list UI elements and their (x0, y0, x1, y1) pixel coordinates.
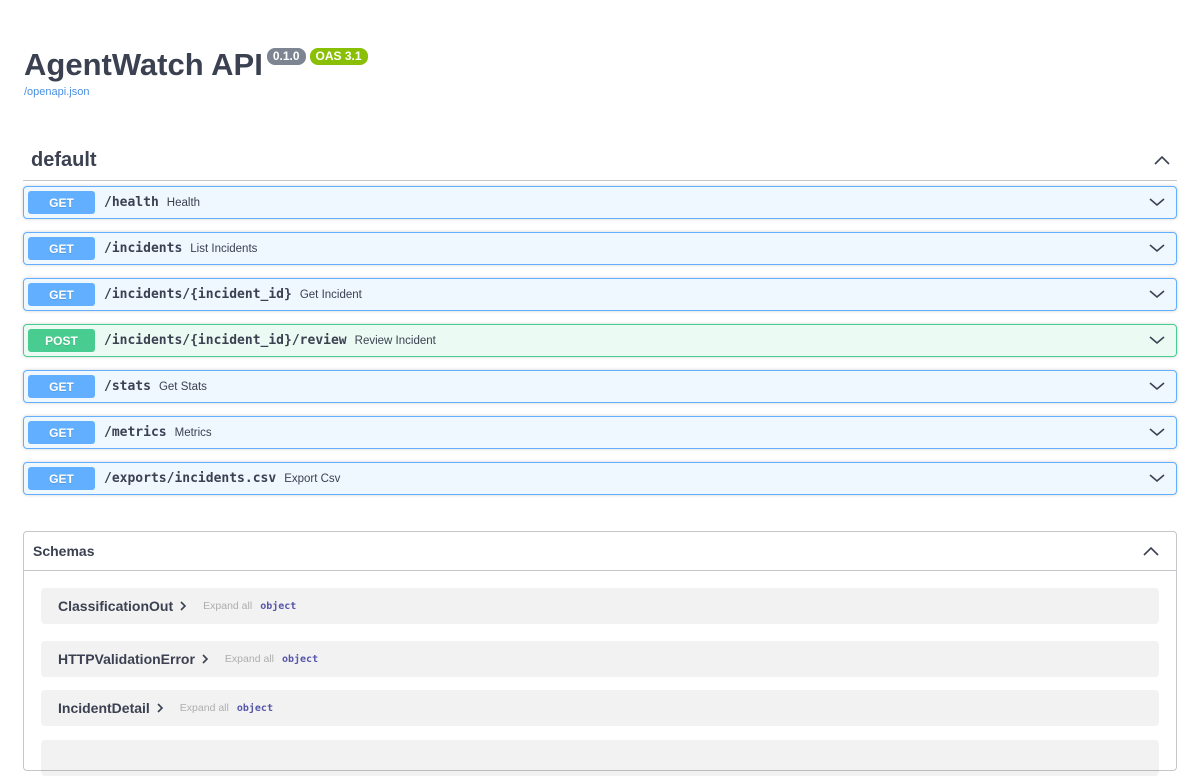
chevron-down-icon[interactable] (1148, 193, 1166, 211)
chevron-down-icon[interactable] (1148, 331, 1166, 349)
oas-badge: OAS 3.1 (309, 48, 368, 65)
operation-summary: List Incidents (190, 242, 258, 255)
operation-summary: Get Incident (299, 288, 362, 301)
operation-get-stats[interactable]: GET /stats Get Stats (23, 370, 1177, 403)
operation-path: /metrics (104, 425, 167, 440)
model-name: ClassificationOut (58, 598, 174, 614)
operation-summary: Review Incident (354, 334, 436, 347)
operation-path: /exports/incidents.csv (104, 471, 277, 486)
chevron-up-icon[interactable] (1136, 536, 1166, 566)
tag-title: default (31, 148, 97, 171)
api-info: AgentWatch API 0.1.0 OAS 3.1 /openapi.js… (24, 44, 368, 98)
schema-model-classificationout[interactable]: ClassificationOut Expand all object (41, 588, 1159, 624)
operation-get-health[interactable]: GET /health Health (23, 186, 1177, 219)
chevron-down-icon[interactable] (1148, 285, 1166, 303)
tag-section-default: default GET /health Health GET /incident… (23, 140, 1177, 508)
version-badge: 0.1.0 (266, 48, 306, 65)
operation-path: /incidents/{incident_id}/review (104, 333, 347, 348)
schemas-section: Schemas ClassificationOut Expand all obj… (23, 531, 1177, 776)
operation-get-export-csv[interactable]: GET /exports/incidents.csv Export Csv (23, 462, 1177, 495)
schemas-title: Schemas (33, 543, 95, 559)
chevron-right-icon[interactable] (201, 653, 211, 665)
operation-summary: Health (166, 196, 201, 209)
operation-get-incidents[interactable]: GET /incidents List Incidents (23, 232, 1177, 265)
method-badge: GET (28, 237, 95, 260)
method-badge: GET (28, 467, 95, 490)
operation-post-review-incident[interactable]: POST /incidents/{incident_id}/review Rev… (23, 324, 1177, 357)
operation-path: /incidents/{incident_id} (104, 287, 292, 302)
chevron-right-icon[interactable] (156, 702, 166, 714)
operation-summary: Export Csv (284, 472, 341, 485)
tag-header[interactable]: default (23, 140, 1177, 181)
api-title: AgentWatch API (24, 47, 263, 82)
schemas-header[interactable]: Schemas (24, 532, 1176, 571)
chevron-down-icon[interactable] (1148, 469, 1166, 487)
chevron-right-icon[interactable] (179, 600, 189, 612)
model-type: object (260, 600, 297, 612)
operation-path: /incidents (104, 241, 183, 256)
model-type: object (236, 702, 273, 714)
schema-model-incidentdetail[interactable]: IncidentDetail Expand all object (41, 690, 1159, 726)
method-badge: GET (28, 191, 95, 214)
operation-summary: Metrics (174, 426, 212, 439)
model-name: IncidentDetail (58, 700, 150, 716)
chevron-down-icon[interactable] (1148, 377, 1166, 395)
operations-list: GET /health Health GET /incidents List I… (23, 186, 1177, 495)
method-badge: GET (28, 283, 95, 306)
model-type: object (281, 653, 319, 665)
method-badge: GET (28, 421, 95, 444)
operation-get-incident[interactable]: GET /incidents/{incident_id} Get Inciden… (23, 278, 1177, 311)
openapi-json-link[interactable]: /openapi.json (24, 86, 368, 98)
model-name: HTTPValidationError (58, 651, 195, 667)
chevron-down-icon[interactable] (1148, 423, 1166, 441)
expand-all-button[interactable]: Expand all (225, 653, 274, 665)
operation-path: /stats (104, 379, 151, 394)
method-badge: GET (28, 375, 95, 398)
chevron-down-icon[interactable] (1148, 239, 1166, 257)
method-badge: POST (28, 329, 95, 352)
expand-all-button[interactable]: Expand all (203, 600, 252, 612)
chevron-up-icon[interactable] (1147, 145, 1177, 175)
schema-model-partial[interactable] (41, 740, 1159, 776)
expand-all-button[interactable]: Expand all (180, 702, 229, 714)
operation-get-metrics[interactable]: GET /metrics Metrics (23, 416, 1177, 449)
schema-model-httpvalidationerror[interactable]: HTTPValidationError Expand all object (41, 641, 1159, 677)
operation-path: /health (104, 195, 159, 210)
operation-summary: Get Stats (158, 380, 207, 393)
